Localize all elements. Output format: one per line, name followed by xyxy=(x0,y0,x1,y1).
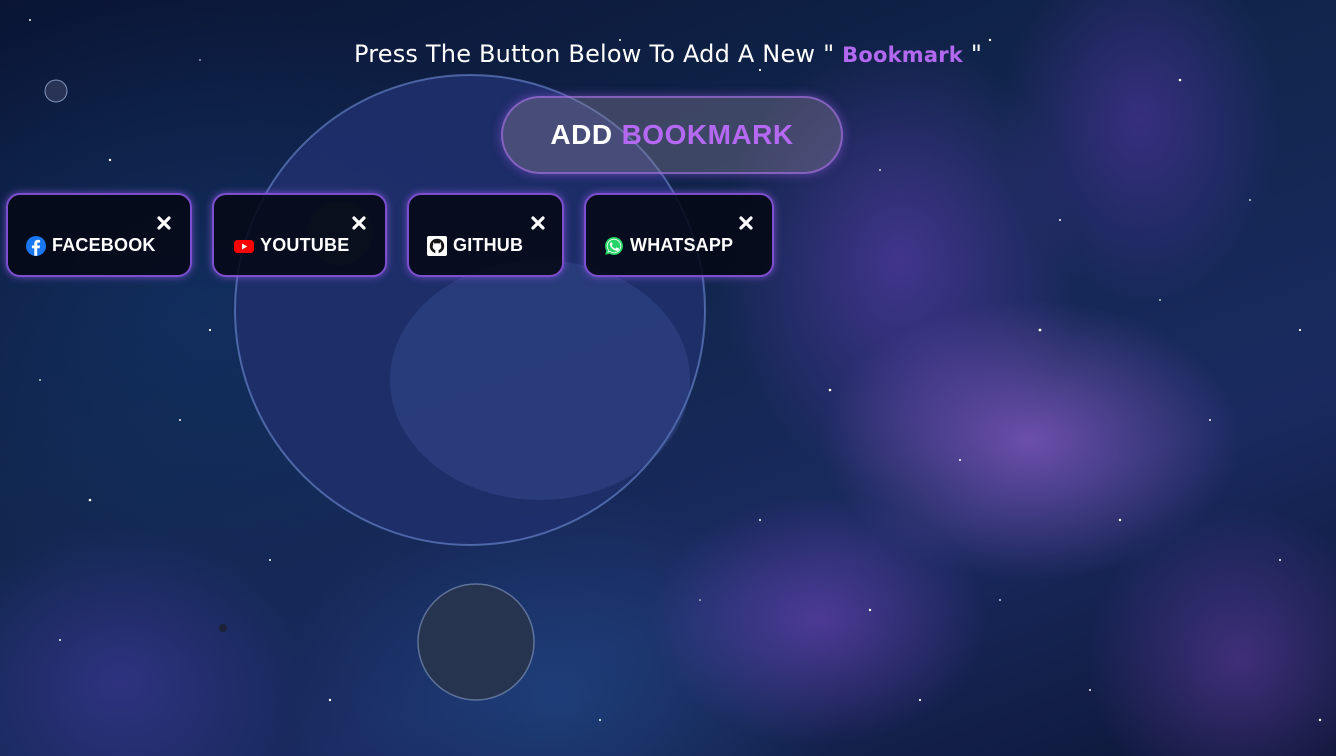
page-heading: Press The Button Below To Add A New " Bo… xyxy=(0,40,1336,68)
bookmark-link[interactable]: WHATSAPP xyxy=(604,235,733,256)
bookmark-link[interactable]: FACEBOOK xyxy=(26,235,156,256)
close-icon[interactable] xyxy=(351,215,367,231)
add-bookmark-button[interactable]: ADD BOOKMARK xyxy=(501,96,843,174)
github-icon xyxy=(427,235,447,256)
bookmark-label: YOUTUBE xyxy=(260,235,350,255)
bookmark-link[interactable]: GITHUB xyxy=(427,235,523,256)
bookmark-card-github[interactable]: GITHUB xyxy=(407,193,564,277)
close-icon[interactable] xyxy=(530,215,546,231)
bookmark-link[interactable]: YOUTUBE xyxy=(234,235,349,256)
bookmark-card-youtube[interactable]: YOUTUBE xyxy=(212,193,387,277)
bookmark-card-facebook[interactable]: FACEBOOK xyxy=(6,193,192,277)
heading-suffix: " xyxy=(970,40,983,68)
bookmark-card-whatsapp[interactable]: WHATSAPP xyxy=(584,193,774,277)
add-button-word-add: ADD xyxy=(550,119,613,150)
bookmark-label: GITHUB xyxy=(453,235,524,255)
heading-prefix: Press The Button Below To Add A New " xyxy=(353,40,835,68)
add-button-word-bookmark: BOOKMARK xyxy=(621,119,794,150)
bookmark-label: FACEBOOK xyxy=(52,235,156,255)
close-icon[interactable] xyxy=(156,215,172,231)
close-icon[interactable] xyxy=(738,215,754,231)
facebook-icon xyxy=(26,235,46,256)
youtube-icon xyxy=(234,236,254,256)
whatsapp-icon xyxy=(604,236,624,256)
heading-accent-word: Bookmark xyxy=(842,43,963,67)
bookmark-label: WHATSAPP xyxy=(630,235,734,255)
